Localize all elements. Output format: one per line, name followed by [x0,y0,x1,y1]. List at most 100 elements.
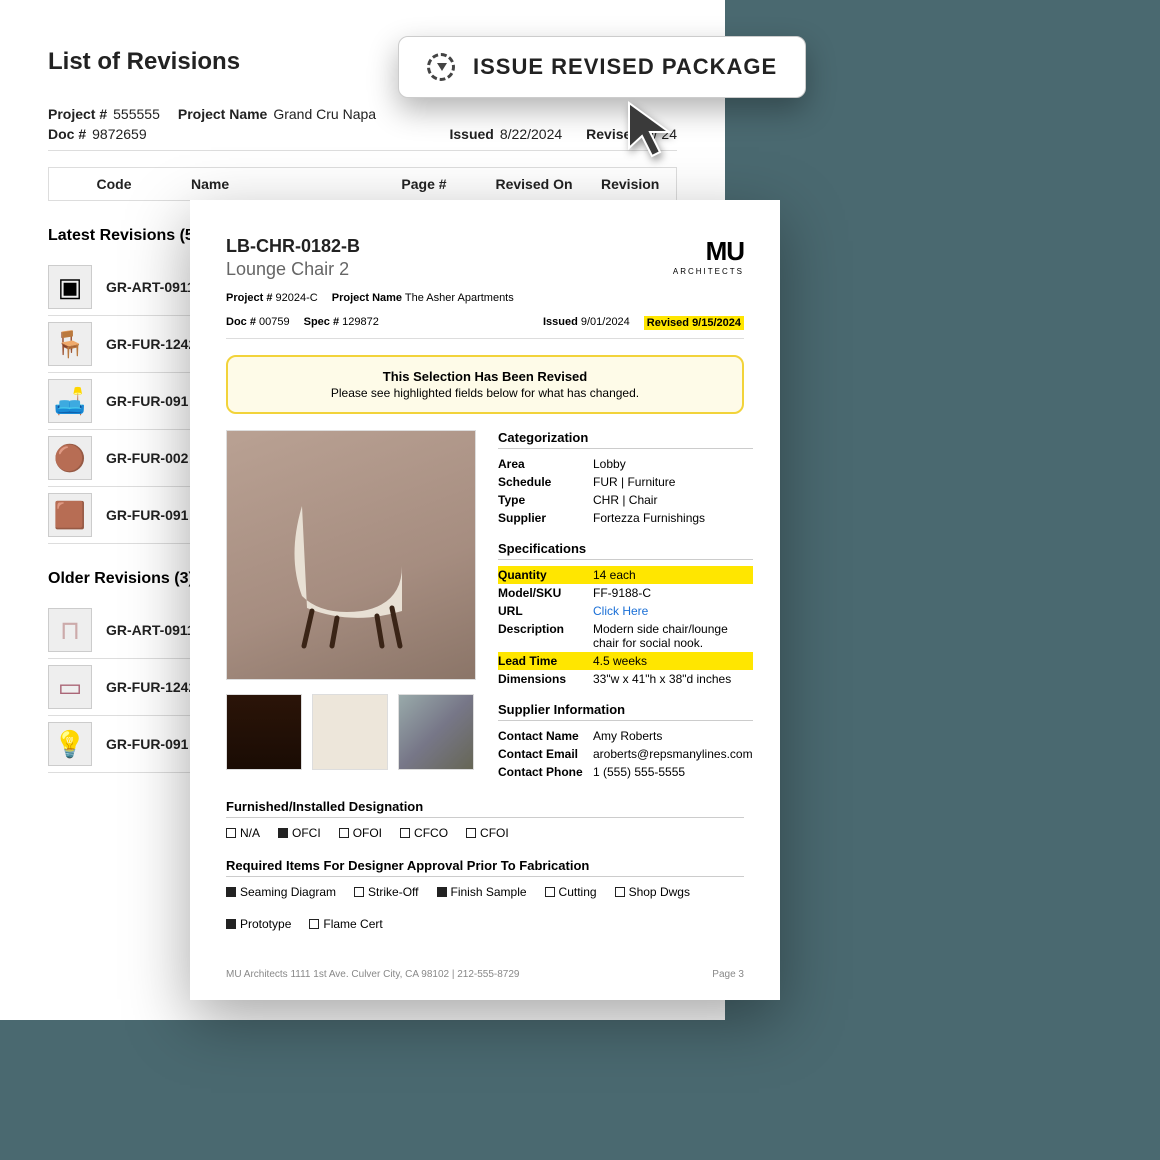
swatch-fabric[interactable] [312,694,388,770]
fid-option[interactable]: CFCO [400,826,448,840]
fid-option[interactable]: CFOI [466,826,509,840]
swatch-wood[interactable] [226,694,302,770]
divider [226,338,744,339]
checkbox-icon [615,887,625,897]
contact-phone-label: Contact Phone [498,765,593,779]
table-icon: ⊓ [60,615,80,646]
req-option[interactable]: Prototype [226,917,291,931]
contact-name-label: Contact Name [498,729,593,743]
fid-heading: Furnished/Installed Designation [226,799,744,818]
fid-option[interactable]: OFCI [278,826,321,840]
thumbnail: 💡 [48,722,92,766]
doc-number-value: 9872659 [92,126,147,142]
quantity-value: 14 each [593,568,753,582]
doc-meta-row-1: Project #555555 Project NameGrand Cru Na… [48,106,677,122]
dimensions-value: 33"w x 41"h x 38"d inches [593,672,753,686]
fid-label: OFOI [353,826,382,840]
sku-label: Model/SKU [498,586,593,600]
req-option[interactable]: Finish Sample [437,885,527,899]
issue-button-label: ISSUE REVISED PACKAGE [473,54,777,80]
footer-page: Page 3 [712,969,744,980]
sku-value: FF-9188-C [593,586,753,600]
url-link[interactable]: Click Here [593,604,753,618]
item-code: GR-FUR-091 [106,736,188,752]
item-code: GR-FUR-091 [106,393,188,409]
item-code: GR-ART-0911- [106,622,199,638]
checkbox-icon [278,828,288,838]
doc-number-label: Doc # [226,316,256,328]
checkbox-icon [466,828,476,838]
checkbox-icon [226,919,236,929]
fid-label: N/A [240,826,260,840]
armchair-icon: 🪑 [54,329,86,360]
swatch-context[interactable] [398,694,474,770]
revision-callout: This Selection Has Been Revised Please s… [226,355,744,414]
req-label: Cutting [559,885,597,899]
fid-option[interactable]: N/A [226,826,260,840]
item-code: GR-FUR-002 [106,450,188,466]
project-number-value: 555555 [113,106,160,122]
description-label: Description [498,622,593,650]
project-name-value: Grand Cru Napa [273,106,376,122]
contact-email-label: Contact Email [498,747,593,761]
checkbox-icon [226,828,236,838]
req-option[interactable]: Strike-Off [354,885,418,899]
fid-options: N/A OFCI OFOI CFCO CFOI [226,826,744,840]
footer-address: MU Architects 1111 1st Ave. Culver City,… [226,969,520,980]
lamp-icon: 💡 [54,729,86,760]
thumbnail: ▣ [48,265,92,309]
product-image [226,430,476,680]
frame-icon: ▣ [58,272,83,303]
specifications-heading: Specifications [498,541,753,560]
issued-value: 8/22/2024 [500,126,562,142]
item-code: GR-FUR-091 [106,507,188,523]
fid-label: CFCO [414,826,448,840]
req-option[interactable]: Shop Dwgs [615,885,690,899]
supplier-value: Fortezza Furnishings [593,511,753,525]
doc-number-label: Doc # [48,126,86,142]
req-option[interactable]: Cutting [545,885,597,899]
type-value: CHR | Chair [593,493,753,507]
leadtime-value: 4.5 weeks [593,654,753,668]
col-code: Code [49,176,179,192]
spec-code: LB-CHR-0182-B [226,236,360,257]
area-value: Lobby [593,457,753,471]
req-label: Flame Cert [323,917,382,931]
checkbox-icon [545,887,555,897]
col-name: Name [179,176,369,192]
leadtime-label: Lead Time [498,654,593,668]
issued-value: 9/01/2024 [581,316,630,328]
issue-revised-package-button[interactable]: ISSUE REVISED PACKAGE [398,36,806,98]
chair-icon: 🛋️ [54,386,86,417]
bench-icon: ▭ [58,672,83,703]
fid-option[interactable]: OFOI [339,826,382,840]
checkbox-icon [400,828,410,838]
spec-number-value: 129872 [342,316,379,328]
checkbox-icon [437,887,447,897]
req-heading: Required Items For Designer Approval Pri… [226,858,744,877]
supplier-label: Supplier [498,511,593,525]
quantity-label: Quantity [498,568,593,582]
logo-subtext: ARCHITECTS [673,267,744,276]
req-label: Prototype [240,917,291,931]
req-option[interactable]: Seaming Diagram [226,885,336,899]
supplier-info-heading: Supplier Information [498,702,753,721]
revisions-table-header: Code Name Page # Revised On Revision [48,167,677,201]
swatch-row [226,694,476,770]
divider [48,150,677,151]
project-name-label: Project Name [332,292,402,304]
fid-label: CFOI [480,826,509,840]
issued-label: Issued [450,126,494,142]
thumbnail: 🛋️ [48,379,92,423]
req-label: Finish Sample [451,885,527,899]
dimensions-label: Dimensions [498,672,593,686]
tub-chair-icon: 🟤 [54,443,86,474]
req-options: Seaming Diagram Strike-Off Finish Sample Cu… [226,885,744,931]
revised-label: Revised [647,317,689,329]
col-page: Page # [369,176,479,192]
area-label: Area [498,457,593,471]
type-label: Type [498,493,593,507]
req-option[interactable]: Flame Cert [309,917,382,931]
contact-phone-value: 1 (555) 555-5555 [593,765,753,779]
req-label: Strike-Off [368,885,418,899]
